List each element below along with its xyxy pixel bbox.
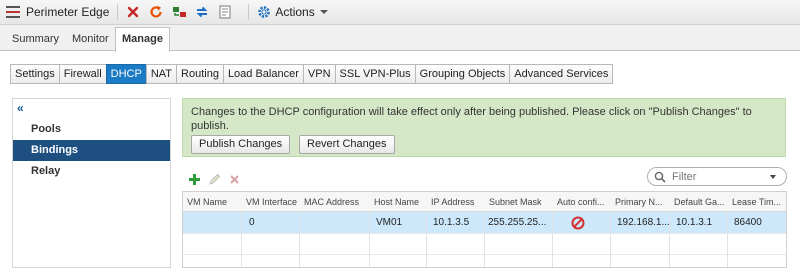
- search-icon: [654, 171, 666, 183]
- column-header-default-gateway[interactable]: Default Ga...: [670, 192, 728, 212]
- sidebar-item-relay[interactable]: Relay: [13, 161, 170, 182]
- filter-box[interactable]: [647, 167, 787, 186]
- column-header-host-name[interactable]: Host Name: [370, 192, 427, 212]
- close-icon[interactable]: [125, 4, 141, 20]
- deploy-icon[interactable]: [171, 4, 187, 20]
- subtab-settings[interactable]: Settings: [10, 64, 60, 84]
- edit-icon[interactable]: [206, 171, 222, 187]
- subtab-load-balancer[interactable]: Load Balancer: [222, 64, 304, 84]
- column-header-primary-ns[interactable]: Primary N...: [611, 192, 670, 212]
- column-header-mac-address[interactable]: MAC Address: [300, 192, 370, 212]
- subtab-routing[interactable]: Routing: [176, 64, 224, 84]
- column-header-subnet-mask[interactable]: Subnet Mask: [485, 192, 553, 212]
- toolbar-divider: [117, 4, 119, 20]
- edge-app-icon: [6, 6, 20, 18]
- refresh-icon[interactable]: [148, 4, 164, 20]
- gear-icon: [256, 4, 272, 20]
- subtab-dhcp[interactable]: DHCP: [105, 64, 147, 84]
- revert-changes-button[interactable]: Revert Changes: [299, 135, 395, 154]
- column-header-vm-name[interactable]: VM Name: [183, 192, 242, 212]
- subtab-advanced-services[interactable]: Advanced Services: [509, 64, 614, 84]
- subtab-nat[interactable]: NAT: [145, 64, 178, 84]
- tab-monitor[interactable]: Monitor: [72, 29, 109, 51]
- filter-input[interactable]: [672, 170, 770, 183]
- actions-menu-button[interactable]: Actions: [256, 4, 328, 20]
- delete-icon[interactable]: [226, 171, 242, 187]
- actions-label: Actions: [275, 5, 315, 19]
- subtab-ssl-vpn-plus[interactable]: SSL VPN-Plus: [334, 64, 416, 84]
- tab-summary[interactable]: Summary: [12, 29, 59, 51]
- document-icon[interactable]: [217, 4, 233, 20]
- column-header-ip-address[interactable]: IP Address: [427, 192, 485, 212]
- titlebar: Perimeter Edge Actions: [0, 0, 800, 25]
- chevron-down-icon: [319, 10, 328, 14]
- add-icon[interactable]: [186, 171, 202, 187]
- publish-changes-button[interactable]: Publish Changes: [191, 135, 291, 154]
- chevron-down-icon[interactable]: [770, 174, 776, 179]
- column-header-lease-time[interactable]: Lease Tim...: [728, 192, 786, 212]
- banner-message: Changes to the DHCP configuration will t…: [191, 106, 752, 132]
- tab-manage[interactable]: Manage: [115, 27, 170, 52]
- collapse-sidebar-icon[interactable]: «: [17, 101, 24, 115]
- dhcp-sidebar: « Pools Bindings Relay: [12, 98, 171, 268]
- toolbar-divider: [248, 4, 250, 20]
- publish-changes-banner: Changes to the DHCP configuration will t…: [182, 98, 786, 157]
- sidebar-item-pools[interactable]: Pools: [13, 119, 170, 140]
- column-header-auto-config[interactable]: Auto confi...: [553, 192, 611, 212]
- sync-icon[interactable]: [194, 4, 210, 20]
- subtab-vpn[interactable]: VPN: [302, 64, 336, 84]
- subtab-grouping-objects[interactable]: Grouping Objects: [414, 64, 511, 84]
- manage-sub-tab-bar: Settings Firewall DHCP NAT Routing Load …: [10, 64, 614, 84]
- main-tab-bar: Summary Monitor Manage: [0, 25, 800, 52]
- subtab-firewall[interactable]: Firewall: [58, 64, 107, 84]
- cell-lease-time: 86400: [734, 217, 762, 228]
- bindings-table: 0 VM01 10.1.3.5 255.255.25... 192.168.1.…: [182, 191, 787, 268]
- window-title: Perimeter Edge: [26, 5, 110, 19]
- sidebar-item-bindings[interactable]: Bindings: [13, 140, 170, 161]
- column-header-vm-interface[interactable]: VM Interface: [242, 192, 300, 212]
- bindings-toolbar: [186, 171, 246, 187]
